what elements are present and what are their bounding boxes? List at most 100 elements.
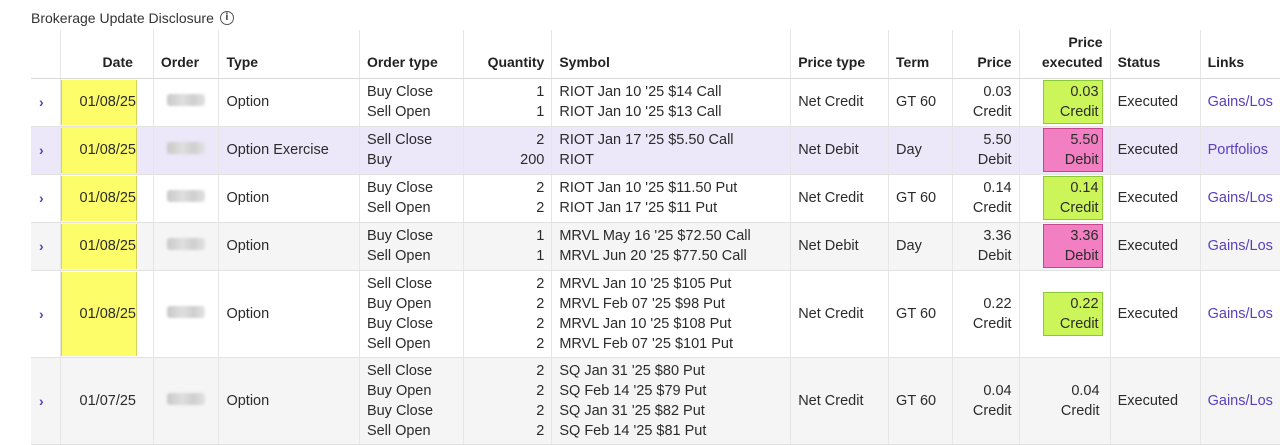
expand-row-button[interactable]: › (31, 222, 61, 271)
row-link[interactable]: Gains/Los (1208, 306, 1273, 322)
date-value: 01/08/25 (79, 190, 136, 206)
col-price-executed-line1: Price (1068, 33, 1103, 50)
symbol-value: MRVL Feb 07 '25 $101 Put (559, 335, 734, 352)
col-quantity[interactable]: Quantity (463, 30, 553, 79)
col-symbol[interactable]: Symbol (551, 30, 792, 79)
quantity-cell: 2 2 2 2 (463, 357, 553, 445)
price-side: Credit (972, 315, 1012, 332)
row-link[interactable]: Portfolios (1208, 142, 1268, 158)
status-cell: Executed (1110, 78, 1201, 127)
col-price-executed-line2: executed (1041, 53, 1103, 70)
row-link[interactable]: Gains/Los (1208, 393, 1273, 409)
col-term[interactable]: Term (888, 30, 954, 79)
order-cell (153, 174, 220, 223)
status-cell: Executed (1110, 270, 1201, 358)
price-type-cell: Net Credit (790, 270, 890, 358)
table-row[interactable]: › 01/08/25 Option Buy Close Sell Open 1 1 RIOT … (31, 78, 1280, 127)
price-side: Credit (972, 200, 1012, 216)
price-value: 5.50 (983, 132, 1012, 148)
symbol-cell: SQ Jan 31 '25 $80 Put SQ Feb 14 '25 $79 P… (551, 357, 792, 445)
date-value: 01/08/25 (79, 305, 136, 322)
col-price[interactable]: Price (952, 30, 1020, 79)
order-number-redacted (166, 94, 205, 106)
symbol-value: MRVL Jan 10 '25 $108 Put (559, 315, 732, 332)
price-executed-cell: 0.14 Credit (1019, 174, 1111, 223)
price-executed-side: Credit (1059, 200, 1099, 216)
price-side: Credit (972, 104, 1012, 120)
symbol-value: RIOT Jan 10 '25 $13 Call (559, 104, 722, 120)
expand-row-button[interactable]: › (31, 174, 61, 223)
price-executed-value: 0.22 (1070, 295, 1099, 312)
symbol-value: SQ Jan 31 '25 $82 Put (559, 402, 705, 419)
price-cell: 5.50 Debit (952, 126, 1020, 175)
orders-table: Date Order Type Order type Quantity Symb… (31, 30, 1280, 445)
price-executed-badge: 3.36 Debit (1042, 224, 1103, 268)
col-order[interactable]: Order (153, 30, 220, 79)
expand-row-button[interactable]: › (31, 357, 61, 445)
symbol-cell: RIOT Jan 10 '25 $14 Call RIOT Jan 10 '25 … (551, 78, 792, 127)
quantity-cell: 11 (463, 222, 553, 271)
chevron-right-icon: › (39, 190, 44, 206)
price-executed-badge: 0.03 Credit (1042, 80, 1103, 124)
table-row[interactable]: › 01/08/25 Option Sell Close Buy Open Buy Clo… (31, 270, 1280, 358)
price-type-cell: Net Credit (790, 174, 890, 223)
col-status[interactable]: Status (1110, 30, 1201, 79)
quantity-value: 2 (536, 422, 545, 439)
symbol-value: RIOT (559, 152, 594, 168)
order-number-redacted (166, 392, 205, 405)
price-value: 0.04 (983, 382, 1012, 399)
price-executed-value: 3.36 (1070, 228, 1099, 244)
price-type-cell: Net Credit (790, 357, 890, 445)
order-type-value: Sell Open (366, 104, 431, 120)
section-header: Brokerage Update Disclosure i (31, 10, 234, 26)
symbol-value: MRVL Jan 10 '25 $105 Put (559, 275, 732, 292)
order-cell (153, 78, 220, 127)
quantity-value: 200 (520, 152, 545, 168)
quantity-value: 2 (536, 132, 545, 148)
chevron-right-icon: › (39, 392, 44, 409)
info-icon[interactable]: i (219, 11, 234, 25)
order-cell (153, 126, 220, 175)
table-row[interactable]: › 01/08/25 Option Buy Close Sell Open 1 1 MRVL … (31, 222, 1280, 271)
price-type-cell: Net Credit (790, 78, 890, 127)
col-type[interactable]: Type (218, 30, 360, 79)
price-executed-value: 5.50 (1070, 132, 1099, 148)
symbol-cell: MRVL Jan 10 '25 $105 Put MRVL Feb 07 '25 … (551, 270, 792, 358)
symbol-value: MRVL Feb 07 '25 $98 Put (559, 295, 725, 312)
price-executed-badge: 0.14 Credit (1042, 176, 1103, 220)
term-cell: Day (888, 222, 954, 271)
type-cell: Option Exercise (218, 126, 360, 175)
expand-row-button[interactable]: › (31, 126, 61, 175)
price-cell: 0.22 Credit (952, 270, 1020, 358)
price-executed-side: Credit (1060, 402, 1100, 419)
order-type-value: Buy Close (366, 84, 434, 100)
expand-row-button[interactable]: › (31, 270, 61, 358)
price-side: Credit (972, 402, 1012, 419)
row-link[interactable]: Gains/Los (1208, 190, 1273, 206)
price-cell: 3.36 Debit (952, 222, 1020, 271)
order-type-value: Sell Close (366, 362, 433, 379)
expand-row-button[interactable]: › (31, 78, 61, 127)
row-link[interactable]: Gains/Los (1208, 238, 1273, 254)
quantity-value: 2 (536, 200, 545, 216)
order-type-cell: Sell Close Buy (359, 126, 465, 175)
price-executed-badge: 5.50 Debit (1042, 128, 1103, 172)
col-price-executed[interactable]: Price executed (1019, 30, 1111, 79)
table-row[interactable]: › 01/07/25 Option Sell Close Buy Open Buy Clo… (31, 357, 1280, 445)
quantity-value: 2 (536, 180, 545, 196)
price-value: 0.22 (983, 295, 1012, 312)
price-executed-side: Credit (1059, 104, 1099, 120)
term-cell: GT 60 (888, 174, 954, 223)
row-link[interactable]: Gains/Los (1208, 94, 1273, 110)
table-row[interactable]: › 01/08/25 Option Buy Close Sell Open 2 2 RIOT … (31, 174, 1280, 223)
term-cell: Day (888, 126, 954, 175)
col-date[interactable]: Date (60, 30, 154, 79)
quantity-cell: 2 2 2 2 (463, 270, 553, 358)
price-executed-badge: 0.22 Credit (1042, 291, 1103, 336)
table-row[interactable]: › 01/08/25 Option Exercise Sell Close Buy 2 20… (31, 126, 1280, 175)
quantity-value: 1 (536, 84, 545, 100)
col-price-type[interactable]: Price type (790, 30, 890, 79)
price-executed-cell: 5.50 Debit (1019, 126, 1111, 175)
col-order-type[interactable]: Order type (359, 30, 465, 79)
chevron-right-icon: › (39, 94, 44, 110)
